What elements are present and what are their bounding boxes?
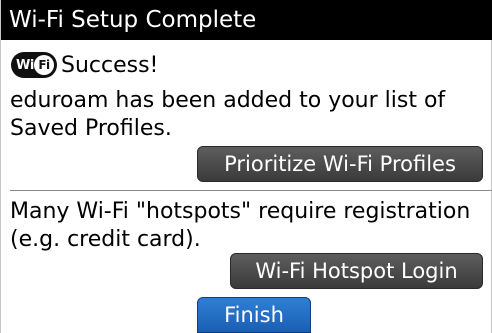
success-label: Success! xyxy=(61,52,159,78)
dialog-frame: Wi-Fi Setup Complete Wi Fi Success! edur… xyxy=(0,0,492,333)
success-row: Wi Fi Success! xyxy=(11,50,158,80)
wifi-logo-fi-circle: Fi xyxy=(34,55,54,75)
finish-button[interactable]: Finish xyxy=(197,297,311,333)
wifi-logo-icon: Wi Fi xyxy=(11,52,57,78)
saved-profile-message: eduroam has been added to your list of S… xyxy=(10,88,446,141)
wifi-logo-text-wi: Wi xyxy=(16,57,34,73)
prioritize-wifi-profiles-button[interactable]: Prioritize Wi-Fi Profiles xyxy=(197,146,483,182)
hotspot-message: Many Wi-Fi "hotspots" require registrati… xyxy=(10,199,471,252)
wifi-logo-text-fi: Fi xyxy=(38,58,50,72)
dialog-title: Wi-Fi Setup Complete xyxy=(1,0,492,40)
wifi-hotspot-login-button[interactable]: Wi-Fi Hotspot Login xyxy=(230,253,483,289)
section-divider xyxy=(10,190,492,191)
